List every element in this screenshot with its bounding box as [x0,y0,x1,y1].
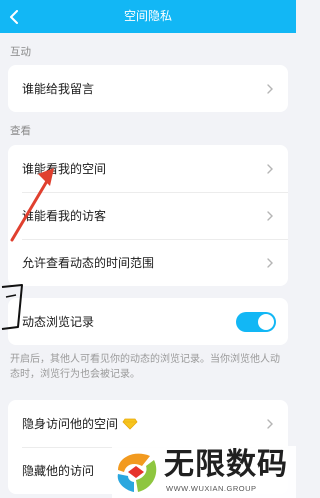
browse-record-card: 动态浏览记录 [8,298,288,345]
row-label: 动态浏览记录 [22,315,95,329]
row-label: 谁能看我的空间 [22,162,107,176]
chevron-right-icon [267,163,273,174]
viewing-card: 谁能看我的空间 谁能看我的访客 允许查看动态的时间范围 [8,145,288,286]
watermark-url: WWW.WUXIAN.GROUP [166,484,257,493]
watermark-text: 无限数码 [164,447,288,482]
chevron-right-icon [267,210,273,221]
watermark-logo-icon [117,453,157,492]
section-label-viewing: 查看 [10,125,31,137]
row-label: 隐身访问他的空间 [22,417,119,431]
chevron-right-icon [267,83,273,94]
row-who-can-view-space[interactable]: 谁能看我的空间 [8,145,288,192]
row-feed-time-range[interactable]: 允许查看动态的时间范围 [8,239,288,286]
title-bar: 空间隐私 [0,0,296,33]
row-label: 隐藏他的访问 [22,464,95,478]
row-who-can-message[interactable]: 谁能给我留言 [8,65,288,112]
watermark: 无限数码 WWW.WUXIAN.GROUP [112,446,296,498]
row-stealth-visit[interactable]: 隐身访问他的空间 [8,400,288,447]
row-label: 谁能给我留言 [22,82,95,96]
row-label: 允许查看动态的时间范围 [22,256,155,270]
row-browse-record: 动态浏览记录 [8,298,288,345]
chevron-right-icon [267,418,273,429]
row-label: 谁能看我的访客 [22,209,107,223]
row-who-can-view-visitors[interactable]: 谁能看我的访客 [8,192,288,239]
toggle-knob [258,313,274,330]
diamond-icon [122,418,138,430]
interaction-card: 谁能给我留言 [8,65,288,112]
browse-record-description: 开启后，其他人可看见你的动态的浏览记录。当你浏览他人动态时，浏览行为也会被记录。 [10,354,280,380]
browse-record-toggle[interactable] [236,311,276,332]
page-title: 空间隐私 [123,9,172,23]
section-label-interaction: 互动 [10,46,31,58]
chevron-right-icon [267,257,273,268]
